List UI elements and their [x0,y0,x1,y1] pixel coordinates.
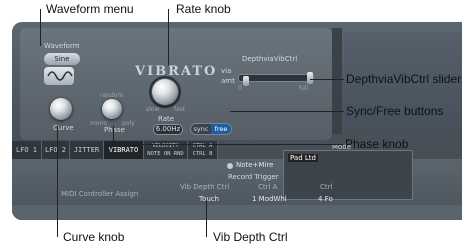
phase-knob[interactable] [102,99,122,119]
ctrl-b-value[interactable]: 4 Fo [318,195,333,203]
note-mire-button[interactable]: Note+Mire [236,161,273,169]
slider-min-label: 0 [238,85,242,92]
vib-depth-ctrl-label: Vib Depth Ctrl [180,183,230,191]
ctrl-a-label: Ctrl A [258,183,278,191]
callout-phase-knob: Phase knob [345,137,409,151]
waveform-menu[interactable]: Sine [44,53,80,65]
callout-vib-depth-ctrl: Vib Depth Ctrl [213,230,288,244]
callout-line-waveform [40,9,41,46]
depth-via-slider-thumb[interactable] [307,72,313,84]
depth-slider-track [238,72,314,86]
vib-depth-ctrl-value[interactable]: Touch [199,195,219,203]
phase-random-label: random [100,92,124,99]
ctrl-b-label: Ctrl [320,183,333,191]
amt-label: amt [221,77,235,85]
tab-lfo2[interactable]: LFO 2 [42,141,70,159]
rate-value-field[interactable]: 6.00Hz [153,124,183,135]
curve-knob[interactable] [50,98,72,120]
callout-line-depth [310,79,344,80]
callout-line-phase-vert [113,126,114,144]
callout-sync-free: Sync/Free buttons [346,104,444,118]
tab-ctrl-b-label: CTRL B [192,151,213,157]
waveform-label: Waveform [44,42,80,50]
tab-lfo1[interactable]: LFO 1 [12,141,42,159]
pad-grid[interactable]: Pad Ltd [283,150,413,200]
phase-label: Phase [104,126,125,134]
callout-line-curve [57,126,58,237]
free-button[interactable]: free [211,124,231,134]
callout-rate-knob: Rate knob [176,2,231,16]
ctrl-a-value[interactable]: 1 ModWhl [252,195,287,203]
rate-slow-label: slow [146,106,160,113]
tab-note-on-rnd-label: NOTE ON RND [147,151,184,157]
vibrato-panel: VIBRATO Waveform Sine Curve random mono … [12,22,462,220]
controller-assign-bar [12,205,462,220]
rate-knob[interactable] [152,79,178,105]
callout-waveform-menu: Waveform menu [46,2,134,16]
midi-controller-assign-label: MIDI Controller Assign [61,190,139,198]
pad-label: Pad Ltd [288,154,318,162]
via-label: via [221,67,232,75]
rate-fast-label: fast [174,106,186,113]
rate-label: Rate [158,115,175,123]
depth-amt-slider-thumb[interactable] [243,76,249,86]
sine-wave-display[interactable] [44,67,74,85]
callout-line-phase [113,144,343,145]
callout-line-rate [168,9,169,66]
slider-max-label: full [299,85,309,92]
callout-line-vib-depth [206,200,207,237]
callout-depth-sliders: DepthviaVibCtrl sliders [346,72,462,86]
callout-curve-knob: Curve knob [63,230,125,244]
sync-free-toggle: sync free [190,123,232,135]
callout-line-sync [230,111,344,112]
note-mire-radio-icon [227,163,233,169]
sync-button[interactable]: sync [191,124,211,134]
right-divider [332,28,342,134]
record-trigger-label: Record Trigger [228,173,279,181]
depth-via-vibctrl-label: DepthviaVibCtrl [242,55,298,63]
vibrato-title: VIBRATO [135,64,218,79]
tab-jitter[interactable]: JITTER [70,141,104,159]
sine-wave-icon [47,71,73,81]
